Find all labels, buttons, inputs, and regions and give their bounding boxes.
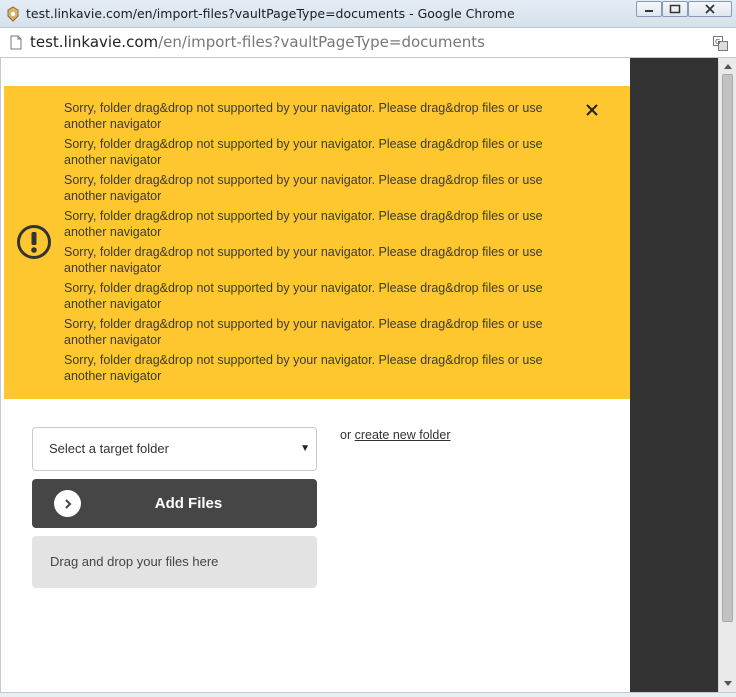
import-files-page: Sorry, folder drag&drop not supported by… [4, 58, 630, 692]
window-title: test.linkavie.com/en/import-files?vaultP… [26, 6, 515, 21]
scroll-up-button[interactable] [719, 58, 736, 74]
add-files-label: Add Files [154, 495, 223, 512]
alert-message: Sorry, folder drag&drop not supported by… [64, 137, 543, 167]
vertical-scrollbar[interactable] [718, 58, 736, 692]
alert-message-list: Sorry, folder drag&drop not supported by… [64, 100, 564, 388]
window-bottom-border [0, 692, 736, 697]
target-folder-select-value: Select a target folder [49, 441, 169, 456]
close-window-button[interactable] [688, 1, 732, 17]
maximize-button[interactable] [662, 1, 688, 17]
window-titlebar: test.linkavie.com/en/import-files?vaultP… [0, 0, 736, 28]
alert-message: Sorry, folder drag&drop not supported by… [64, 281, 543, 311]
app-icon [7, 6, 19, 22]
arrow-up-icon [724, 64, 732, 69]
arrow-down-icon [724, 681, 732, 686]
alert-message: Sorry, folder drag&drop not supported by… [64, 101, 543, 131]
alert-message: Sorry, folder drag&drop not supported by… [64, 317, 543, 347]
add-files-button[interactable]: Add Files [32, 479, 317, 528]
alert-message: Sorry, folder drag&drop not supported by… [64, 245, 543, 275]
close-icon [705, 4, 715, 14]
warning-alert: Sorry, folder drag&drop not supported by… [4, 86, 630, 399]
svg-text:G: G [715, 38, 720, 46]
alert-message: Sorry, folder drag&drop not supported by… [64, 353, 543, 383]
address-bar[interactable]: test.linkavie.com/en/import-files?vaultP… [0, 28, 736, 58]
alert-message: Sorry, folder drag&drop not supported by… [64, 209, 543, 239]
minimize-icon [645, 10, 653, 12]
file-dropzone[interactable]: Drag and drop your files here [32, 536, 317, 588]
exclamation-circle-icon [17, 225, 51, 259]
scroll-down-button[interactable] [719, 676, 736, 692]
translate-icon[interactable]: G [713, 36, 728, 51]
create-folder-prompt: or create new folder [340, 428, 451, 442]
close-icon[interactable] [584, 102, 600, 118]
url-host: test.linkavie.com [30, 33, 159, 51]
dropzone-text: Drag and drop your files here [50, 554, 219, 569]
target-folder-select[interactable]: Select a target folder ▼ [32, 427, 317, 471]
or-label: or [340, 428, 352, 442]
maximize-icon [669, 4, 681, 14]
side-panel [630, 58, 718, 692]
caret-down-icon: ▼ [300, 443, 310, 454]
create-new-folder-link[interactable]: create new folder [355, 428, 451, 442]
alert-message: Sorry, folder drag&drop not supported by… [64, 173, 543, 203]
minimize-button[interactable] [636, 1, 662, 17]
page-icon [10, 35, 22, 50]
scrollbar-thumb[interactable] [722, 74, 733, 622]
url-path: /en/import-files?vaultPageType=documents [158, 33, 485, 51]
url-text[interactable]: test.linkavie.com/en/import-files?vaultP… [30, 33, 485, 51]
